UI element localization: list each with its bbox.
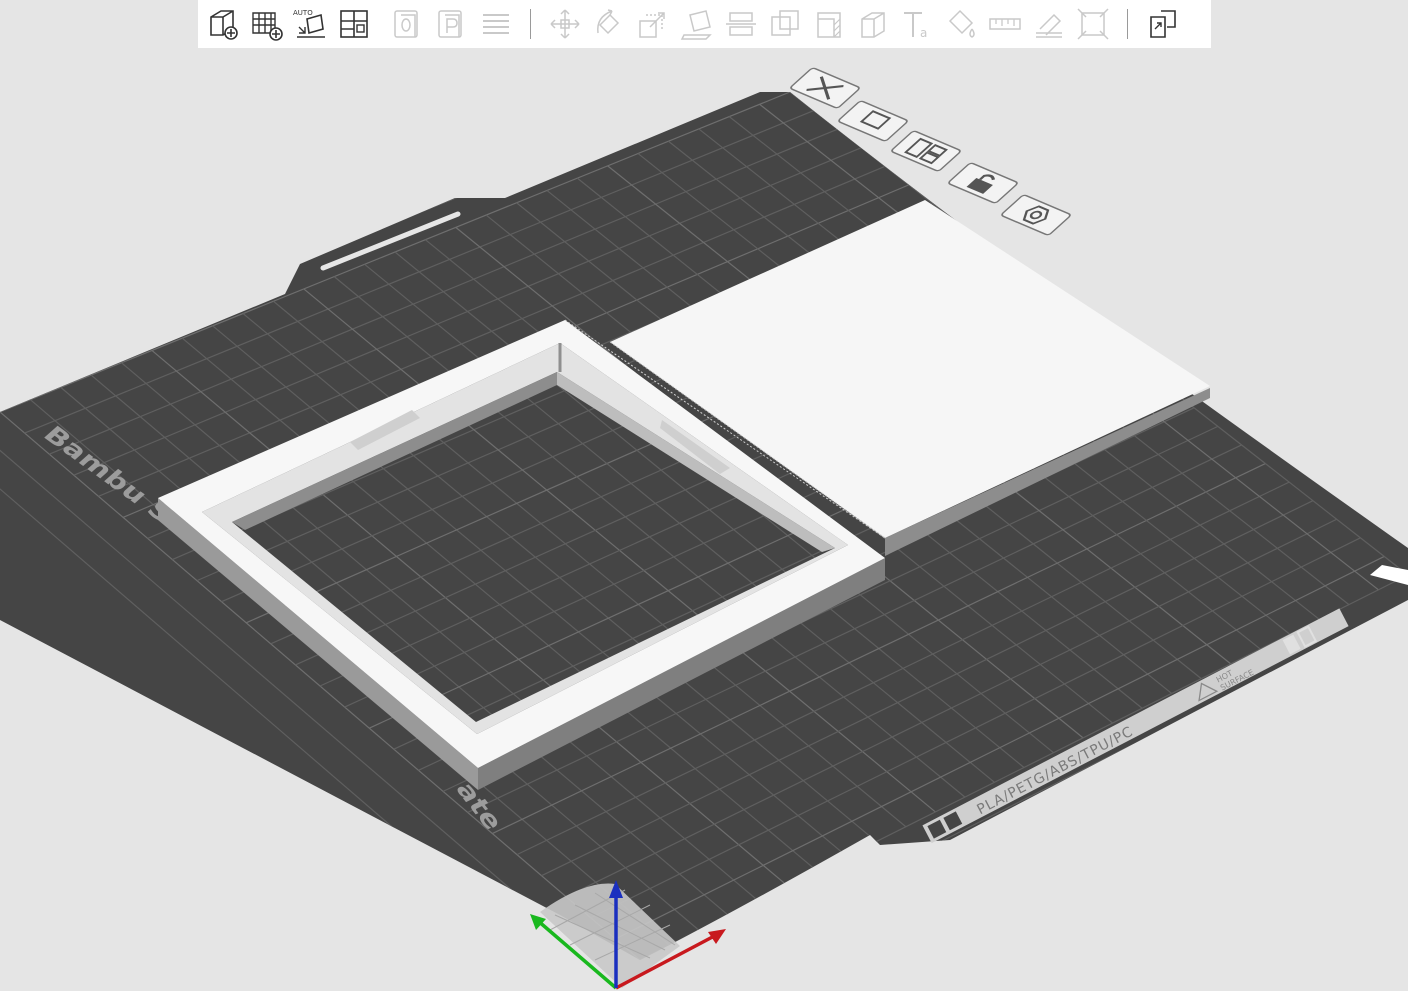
- seam-paint-button[interactable]: [853, 4, 893, 44]
- cut-button[interactable]: [721, 4, 761, 44]
- 3d-viewport[interactable]: Bambu Sm ate PLA/PETG/ABS/TPU/PC HOT SUR…: [0, 0, 1408, 991]
- measure-icon: [989, 18, 1021, 30]
- svg-text:a: a: [920, 26, 927, 40]
- layers-button[interactable]: [476, 4, 516, 44]
- add-plate-button[interactable]: [246, 4, 286, 44]
- split-parts-icon: [438, 10, 462, 38]
- scale-icon: [639, 12, 665, 38]
- scale-button[interactable]: [633, 4, 673, 44]
- boolean-button[interactable]: [765, 4, 805, 44]
- lay-on-face-icon: [680, 10, 712, 40]
- add-icon: [210, 10, 238, 40]
- plate-button-gear[interactable]: [1001, 194, 1072, 236]
- assembly-button[interactable]: [1029, 4, 1069, 44]
- assembly-view-icon: [1150, 10, 1176, 38]
- seam-paint-icon: [861, 12, 885, 38]
- top-toolbar: AUTO a: [198, 0, 1211, 48]
- auto-orient-button[interactable]: AUTO: [290, 4, 330, 44]
- color-paint-button[interactable]: [941, 4, 981, 44]
- measure-button[interactable]: [985, 4, 1025, 44]
- plate-button-settings[interactable]: [838, 100, 909, 142]
- arrange-icon: [340, 10, 368, 38]
- split-objects-icon: [394, 10, 418, 38]
- move-button[interactable]: [545, 4, 585, 44]
- lay-on-face-button[interactable]: [677, 4, 717, 44]
- text-button[interactable]: a: [897, 4, 937, 44]
- rotate-icon: [597, 9, 620, 35]
- auto-label: AUTO: [293, 9, 313, 17]
- auto-orient-icon: AUTO: [293, 9, 325, 38]
- arrange-button[interactable]: [334, 4, 374, 44]
- text-icon: a: [904, 12, 927, 40]
- assembly-view-button[interactable]: [1142, 4, 1182, 44]
- simplify-icon: [1077, 8, 1109, 40]
- layers-icon: [483, 14, 509, 34]
- plate-button-lock[interactable]: [948, 162, 1019, 204]
- split-parts-button[interactable]: [432, 4, 472, 44]
- toolbar-separator: [1127, 9, 1128, 39]
- plate-button-arrange[interactable]: [891, 130, 962, 172]
- simplify-button[interactable]: [1073, 4, 1113, 44]
- toolbar-separator: [530, 9, 531, 39]
- assembly-icon: [1036, 13, 1062, 38]
- color-paint-icon: [948, 9, 975, 38]
- cut-icon: [726, 12, 756, 36]
- split-objects-button[interactable]: [388, 4, 428, 44]
- move-icon: [550, 9, 580, 39]
- support-paint-button[interactable]: [809, 4, 849, 44]
- rotate-button[interactable]: [589, 4, 629, 44]
- support-paint-icon: [817, 12, 841, 38]
- boolean-icon: [771, 10, 799, 36]
- add-button[interactable]: [202, 4, 242, 44]
- add-plate-icon: [252, 12, 283, 41]
